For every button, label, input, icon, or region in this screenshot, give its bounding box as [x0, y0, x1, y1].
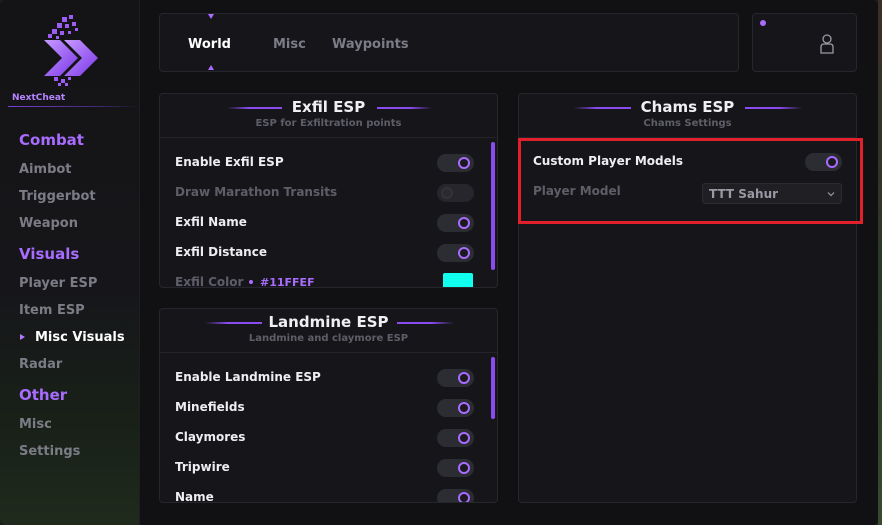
- tab-caret-up-icon: [208, 65, 214, 70]
- exfil-color-label: Exfil Color: [175, 275, 244, 288]
- sidebar-item-weapon[interactable]: Weapon: [19, 216, 78, 231]
- enable-landmine-esp-label: Enable Landmine ESP: [175, 370, 321, 384]
- category-visuals: Visuals: [19, 245, 80, 263]
- sidebar-item-settings[interactable]: Settings: [19, 444, 80, 459]
- tab-misc[interactable]: Misc: [273, 37, 306, 52]
- custom-player-models-label: Custom Player Models: [533, 154, 684, 168]
- player-model-label: Player Model: [533, 184, 621, 198]
- exfil-name-label: Exfil Name: [175, 215, 247, 229]
- claymores-label: Claymores: [175, 430, 246, 444]
- sidebar-item-misc[interactable]: Misc: [19, 417, 52, 432]
- user-icon[interactable]: [820, 34, 834, 54]
- header-decoration: [397, 322, 454, 324]
- scrollbar[interactable]: [491, 357, 495, 419]
- tab-caret-down-icon: [208, 14, 214, 19]
- panel-subtitle: ESP for Exfiltration points: [255, 118, 402, 129]
- minefields-toggle[interactable]: [437, 399, 474, 417]
- status-dot: [760, 20, 766, 26]
- active-indicator-icon: [20, 334, 25, 340]
- landmine-esp-panel: Landmine ESP Landmine and claymore ESP E…: [159, 308, 498, 503]
- sidebar-item-radar[interactable]: Radar: [19, 357, 62, 372]
- custom-player-models-toggle[interactable]: [805, 153, 842, 171]
- scrollbar[interactable]: [491, 142, 495, 270]
- enable-exfil-esp-label: Enable Exfil ESP: [175, 155, 284, 169]
- sidebar: NextCheat Combat Aimbot Triggerbot Weapo…: [0, 0, 140, 525]
- exfil-name-toggle[interactable]: [437, 214, 474, 232]
- tab-bar: World Misc Waypoints: [159, 13, 739, 72]
- app-window: NextCheat Combat Aimbot Triggerbot Weapo…: [0, 0, 878, 525]
- panel-header: Landmine ESP Landmine and claymore ESP: [160, 309, 497, 353]
- exfil-distance-toggle[interactable]: [437, 244, 474, 262]
- panel-title: Exfil ESP: [291, 98, 366, 116]
- sidebar-item-misc-visuals[interactable]: Misc Visuals: [35, 330, 125, 345]
- player-model-select[interactable]: TTT Sahur: [702, 183, 842, 204]
- user-box[interactable]: [752, 13, 857, 72]
- draw-marathon-transits-label: Draw Marathon Transits: [175, 185, 338, 199]
- nextcheat-logo: [44, 15, 98, 86]
- background-edge: [878, 0, 882, 525]
- panel-subtitle: Landmine and claymore ESP: [248, 333, 409, 344]
- tab-waypoints[interactable]: Waypoints: [332, 37, 409, 52]
- brand-name: NextCheat: [12, 93, 66, 103]
- brand-divider: [8, 106, 140, 107]
- header-decoration: [377, 107, 432, 109]
- name-toggle[interactable]: [437, 489, 474, 502]
- chevron-down-icon: [827, 192, 835, 197]
- sidebar-item-item-esp[interactable]: Item ESP: [19, 303, 85, 318]
- exfil-distance-label: Exfil Distance: [175, 245, 267, 259]
- claymores-toggle[interactable]: [437, 429, 474, 447]
- hex-bullet-icon: [249, 280, 253, 284]
- name-label: Name: [175, 490, 214, 503]
- sidebar-item-player-esp[interactable]: Player ESP: [19, 276, 97, 291]
- panel-subtitle: Chams Settings: [643, 118, 732, 129]
- draw-marathon-transits-toggle[interactable]: [437, 184, 474, 202]
- tripwire-label: Tripwire: [175, 460, 230, 474]
- sidebar-item-aimbot[interactable]: Aimbot: [19, 162, 72, 177]
- exfil-color-swatch[interactable]: [443, 273, 473, 287]
- tripwire-toggle[interactable]: [437, 459, 474, 477]
- category-combat: Combat: [19, 131, 84, 149]
- header-decoration: [745, 107, 802, 109]
- sidebar-item-triggerbot[interactable]: Triggerbot: [19, 189, 96, 204]
- player-model-value: TTT Sahur: [709, 187, 779, 201]
- panel-header: Exfil ESP ESP for Exfiltration points: [160, 94, 497, 138]
- exfil-color-hex: #11FFEF: [260, 276, 315, 288]
- panel-title: Chams ESP: [640, 98, 735, 116]
- minefields-label: Minefields: [175, 400, 245, 414]
- exfil-esp-panel: Exfil ESP ESP for Exfiltration points En…: [159, 93, 498, 288]
- panel-header: Chams ESP Chams Settings: [519, 94, 856, 138]
- category-other: Other: [19, 386, 68, 404]
- enable-exfil-esp-toggle[interactable]: [437, 154, 474, 172]
- enable-landmine-esp-toggle[interactable]: [437, 369, 474, 387]
- tab-world[interactable]: World: [188, 37, 231, 52]
